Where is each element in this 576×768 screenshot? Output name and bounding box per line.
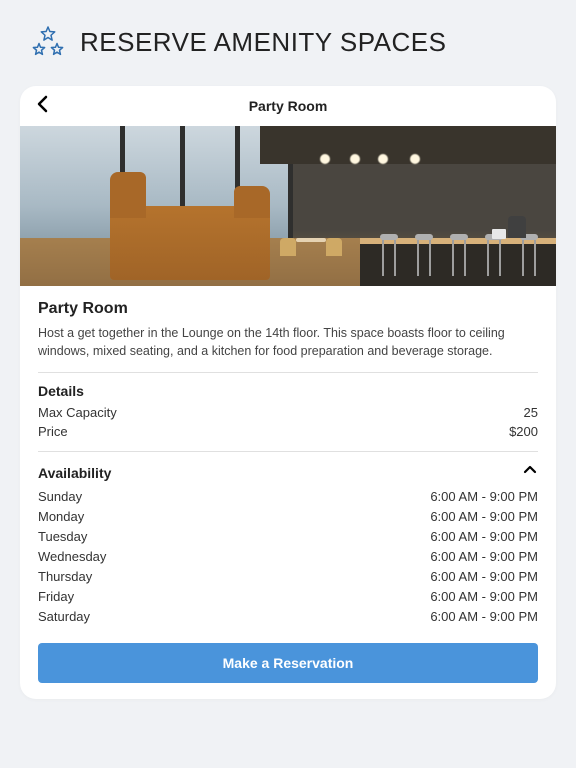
amenity-card: Party Room Party Room Host a get togethe… [20, 86, 556, 699]
availability-heading: Availability [38, 465, 111, 481]
day-hours: 6:00 AM - 9:00 PM [430, 529, 538, 544]
availability-row: Friday 6:00 AM - 9:00 PM [38, 589, 538, 604]
day-hours: 6:00 AM - 9:00 PM [430, 609, 538, 624]
capacity-label: Max Capacity [38, 405, 117, 420]
day-hours: 6:00 AM - 9:00 PM [430, 569, 538, 584]
card-content: Party Room Host a get together in the Lo… [20, 286, 556, 699]
availability-row: Sunday 6:00 AM - 9:00 PM [38, 489, 538, 504]
day-label: Friday [38, 589, 74, 604]
page-header: RESERVE AMENITY SPACES [0, 0, 576, 78]
availability-row: Saturday 6:00 AM - 9:00 PM [38, 609, 538, 624]
day-label: Thursday [38, 569, 92, 584]
day-hours: 6:00 AM - 9:00 PM [430, 489, 538, 504]
day-hours: 6:00 AM - 9:00 PM [430, 509, 538, 524]
day-label: Sunday [38, 489, 82, 504]
availability-header[interactable]: Availability [38, 462, 538, 483]
price-value: $200 [509, 424, 538, 439]
day-hours: 6:00 AM - 9:00 PM [430, 549, 538, 564]
detail-price-row: Price $200 [38, 424, 538, 439]
day-label: Monday [38, 509, 84, 524]
day-label: Wednesday [38, 549, 106, 564]
stars-icon [30, 24, 66, 60]
room-name: Party Room [38, 300, 538, 318]
availability-row: Tuesday 6:00 AM - 9:00 PM [38, 529, 538, 544]
divider [38, 451, 538, 452]
divider [38, 372, 538, 373]
availability-row: Monday 6:00 AM - 9:00 PM [38, 509, 538, 524]
amenity-hero-image [20, 126, 556, 286]
availability-row: Thursday 6:00 AM - 9:00 PM [38, 569, 538, 584]
day-hours: 6:00 AM - 9:00 PM [430, 589, 538, 604]
availability-row: Wednesday 6:00 AM - 9:00 PM [38, 549, 538, 564]
detail-capacity-row: Max Capacity 25 [38, 405, 538, 420]
make-reservation-button[interactable]: Make a Reservation [38, 643, 538, 683]
day-label: Tuesday [38, 529, 87, 544]
capacity-value: 25 [524, 405, 538, 420]
details-heading: Details [38, 383, 538, 399]
back-button[interactable] [36, 94, 50, 118]
page-title: RESERVE AMENITY SPACES [80, 27, 446, 58]
price-label: Price [38, 424, 68, 439]
day-label: Saturday [38, 609, 90, 624]
card-header-title: Party Room [249, 98, 328, 114]
room-description: Host a get together in the Lounge on the… [38, 324, 538, 360]
card-header: Party Room [20, 86, 556, 126]
chevron-up-icon[interactable] [522, 462, 538, 483]
